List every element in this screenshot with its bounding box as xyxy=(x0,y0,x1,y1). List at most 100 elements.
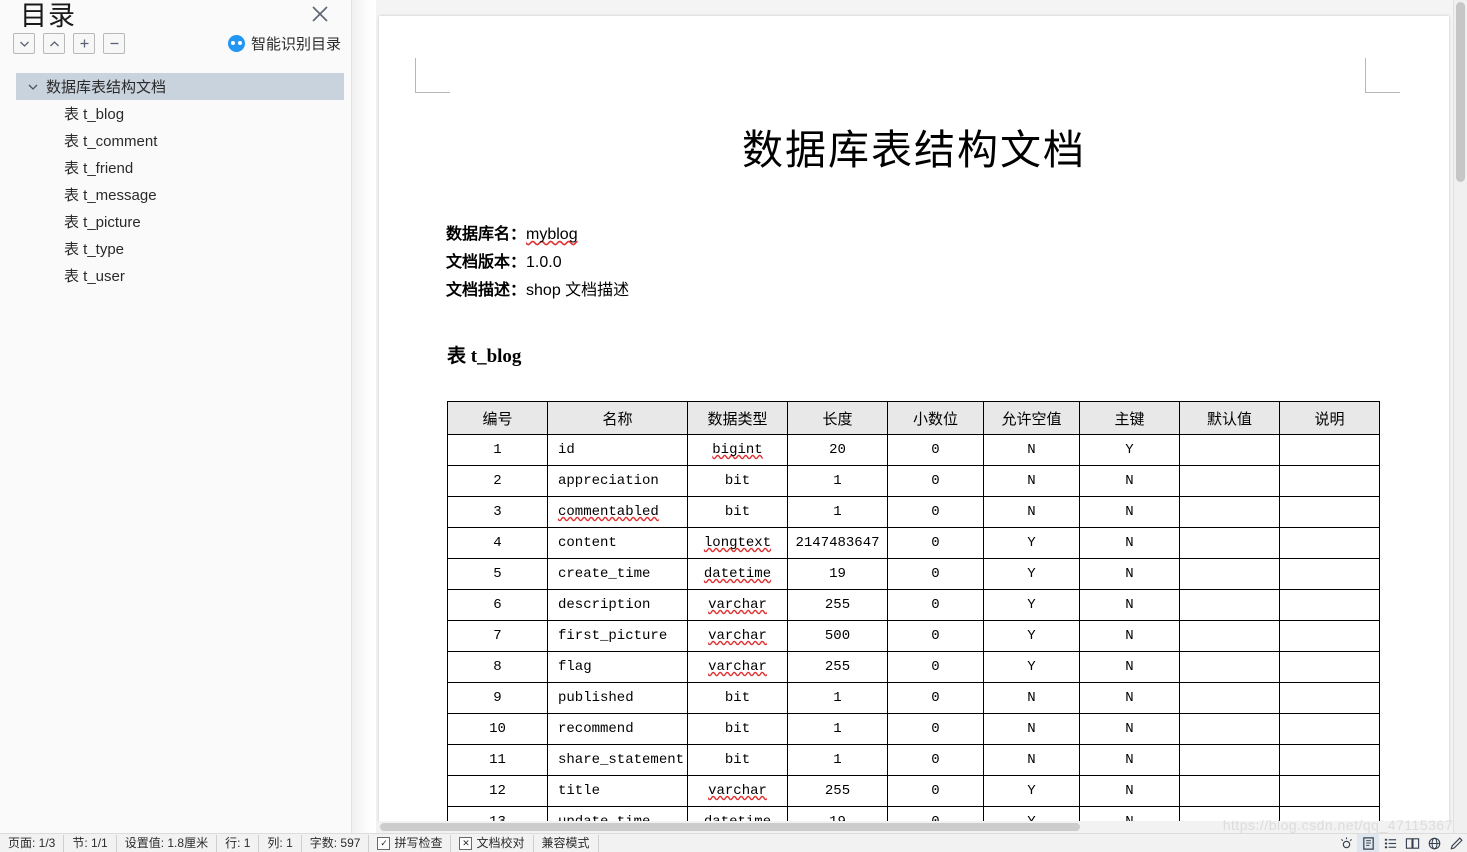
toc-item-label: 表 t_friend xyxy=(64,160,134,177)
toc-item-label: 表 t_user xyxy=(64,268,125,285)
toc-item-7[interactable]: 表 t_user xyxy=(16,262,344,289)
status-item[interactable]: 节: 1/1 xyxy=(64,834,117,852)
page-view-icon[interactable] xyxy=(1357,834,1379,852)
table-cell-decimals: 0 xyxy=(887,682,984,714)
table-cell-type: bigint xyxy=(687,434,788,466)
status-item-label: 节: 1/1 xyxy=(72,835,108,850)
web-view-icon[interactable] xyxy=(1423,834,1445,852)
cross-icon: ✕ xyxy=(459,836,473,850)
table-header-cell: 数据类型 xyxy=(687,401,788,435)
table-cell-type: longtext xyxy=(687,527,788,559)
collapse-down-button[interactable] xyxy=(13,33,35,54)
document-horizontal-scrollbar[interactable] xyxy=(376,821,1453,833)
cell-text: varchar xyxy=(708,628,767,644)
table-cell-default xyxy=(1179,496,1280,528)
table-cell-length: 2147483647 xyxy=(787,527,888,559)
table-cell-default xyxy=(1179,775,1280,807)
table-cell-nullable: Y xyxy=(983,589,1080,621)
status-item[interactable]: 设置值: 1.8厘米 xyxy=(117,834,218,852)
table-cell-default xyxy=(1179,589,1280,621)
status-item[interactable]: 兼容模式 xyxy=(534,834,599,852)
expand-level-button[interactable] xyxy=(73,33,95,54)
book-view-icon[interactable] xyxy=(1401,834,1423,852)
table-cell-decimals: 0 xyxy=(887,589,984,621)
table-cell-no: 7 xyxy=(447,620,548,652)
table-cell-no: 11 xyxy=(447,744,548,776)
table-cell-nullable: N xyxy=(983,682,1080,714)
chevron-down-icon xyxy=(19,40,30,48)
status-item-label: 文档校对 xyxy=(476,835,525,850)
table-row: 6 description varchar 255 0 Y N xyxy=(447,589,1380,621)
smart-recognize-toc-button[interactable]: 智能识别目录 xyxy=(227,33,341,54)
table-row: 1 id bigint 20 0 N Y xyxy=(447,434,1380,466)
table-cell-remark xyxy=(1279,589,1380,621)
status-item[interactable]: 字数: 597 xyxy=(302,834,370,852)
meta-line: 文档版本：1.0.0 xyxy=(446,249,629,277)
table-cell-no: 10 xyxy=(447,713,548,745)
status-item[interactable]: ✓ 拼写检查 xyxy=(369,834,452,852)
table-header-row: 编号 名称 数据类型 长度 小数位 允许空值 主键 默认值 说明 xyxy=(447,401,1380,435)
toc-item-5[interactable]: 表 t_picture xyxy=(16,208,344,235)
table-cell-nullable: N xyxy=(983,744,1080,776)
toc-item-1[interactable]: 表 t_blog xyxy=(16,100,344,127)
toc-toolbar xyxy=(13,33,125,54)
document-vertical-scrollbar[interactable] xyxy=(1453,0,1467,833)
table-cell-remark xyxy=(1279,775,1380,807)
table-row: 2 appreciation bit 1 0 N N xyxy=(447,465,1380,497)
document-scroll-area[interactable]: 数据库表结构文档 数据库名：myblog 文档版本：1.0.0 文档描述：shop … xyxy=(376,0,1467,833)
toc-item-2[interactable]: 表 t_comment xyxy=(16,127,344,154)
status-bar-left: 页面: 1/3 节: 1/1 设置值: 1.8厘米 行: 1 列: 1 字数: 597 ✓ 拼… xyxy=(0,834,599,852)
status-item[interactable]: ✕ 文档校对 xyxy=(451,834,534,852)
scrollbar-thumb-horizontal[interactable] xyxy=(380,823,1080,831)
minus-icon xyxy=(109,38,120,49)
table-cell-decimals: 0 xyxy=(887,496,984,528)
table-header-cell: 主键 xyxy=(1079,401,1180,435)
toc-item-0[interactable]: 数据库表结构文档 xyxy=(16,73,344,100)
table-cell-name: title xyxy=(547,775,688,807)
brightness-icon[interactable] xyxy=(1335,834,1357,852)
table-cell-type: bit xyxy=(687,682,788,714)
panel-splitter[interactable] xyxy=(352,0,376,833)
table-cell-default xyxy=(1179,465,1280,497)
meta-label: 文档版本： xyxy=(446,254,527,271)
table-header-cell: 编号 xyxy=(447,401,548,435)
table-row: 4 content longtext 2147483647 0 Y N xyxy=(447,527,1380,559)
pencil-icon[interactable] xyxy=(1445,834,1467,852)
table-cell-nullable: Y xyxy=(983,558,1080,590)
toc-panel-title: 目录 xyxy=(20,1,76,31)
table-cell-length: 1 xyxy=(787,496,888,528)
table-section-heading: 表 t_blog xyxy=(447,346,522,367)
table-cell-pk: N xyxy=(1079,558,1180,590)
close-icon[interactable] xyxy=(309,3,331,25)
table-row: 7 first_picture varchar 500 0 Y N xyxy=(447,620,1380,652)
table-cell-nullable: N xyxy=(983,434,1080,466)
toc-item-label: 表 t_type xyxy=(64,241,125,258)
status-item-label: 字数: 597 xyxy=(309,835,361,850)
toc-item-3[interactable]: 表 t_friend xyxy=(16,154,344,181)
status-item[interactable]: 列: 1 xyxy=(259,834,302,852)
table-cell-no: 4 xyxy=(447,527,548,559)
table-header-cell: 小数位 xyxy=(887,401,984,435)
document-title: 数据库表结构文档 xyxy=(742,127,1086,173)
toc-item-6[interactable]: 表 t_type xyxy=(16,235,344,262)
table-cell-name: description xyxy=(547,589,688,621)
table-cell-remark xyxy=(1279,558,1380,590)
chevron-down-icon[interactable] xyxy=(26,80,40,94)
status-item[interactable]: 页面: 1/3 xyxy=(0,834,65,852)
table-cell-remark xyxy=(1279,496,1380,528)
collapse-up-button[interactable] xyxy=(43,33,65,54)
cell-text: commentabled xyxy=(558,504,659,520)
outline-view-icon[interactable] xyxy=(1379,834,1401,852)
table-cell-nullable: N xyxy=(983,713,1080,745)
collapse-level-button[interactable] xyxy=(103,33,125,54)
table-row: 5 create_time datetime 19 0 Y N xyxy=(447,558,1380,590)
table-cell-type: bit xyxy=(687,496,788,528)
table-cell-remark xyxy=(1279,465,1380,497)
status-item[interactable]: 行: 1 xyxy=(217,834,260,852)
toc-item-4[interactable]: 表 t_message xyxy=(16,181,344,208)
table-cell-nullable: Y xyxy=(983,775,1080,807)
scrollbar-thumb[interactable] xyxy=(1456,2,1465,182)
toc-item-label: 表 t_picture xyxy=(64,214,141,231)
table-cell-default xyxy=(1179,651,1280,683)
status-item-label: 列: 1 xyxy=(267,835,293,850)
